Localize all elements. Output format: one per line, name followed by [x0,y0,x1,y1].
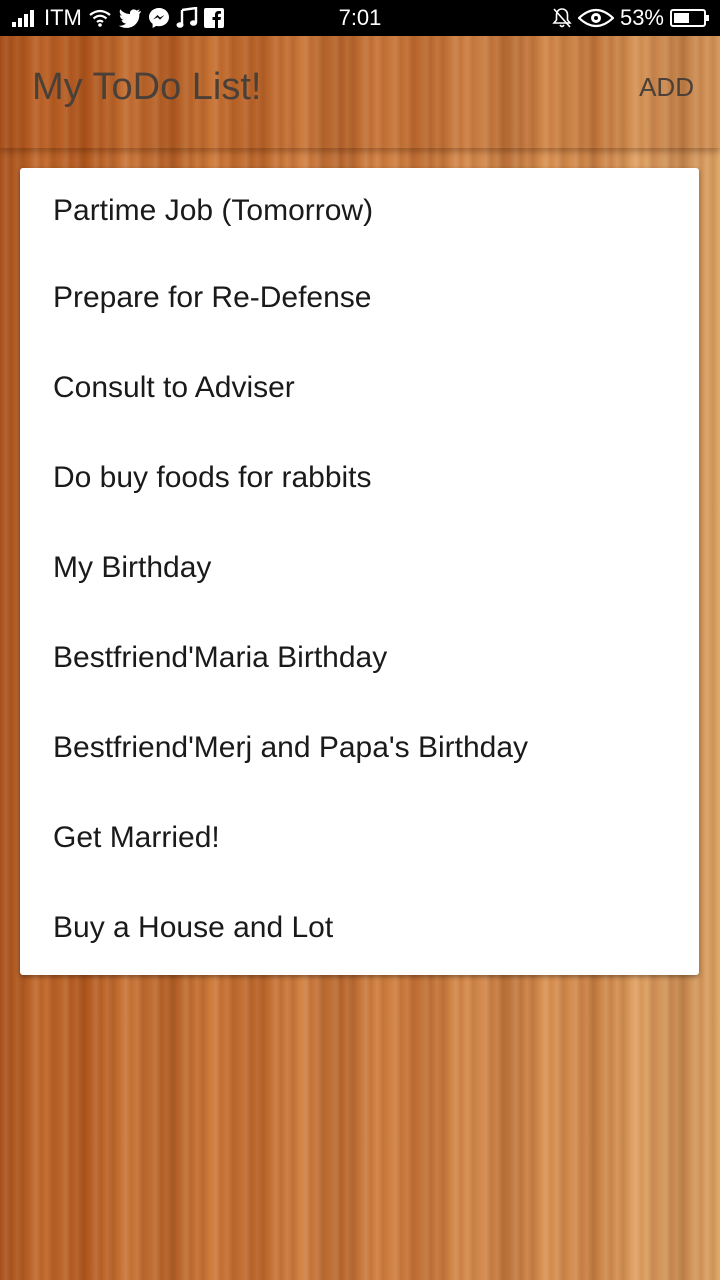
todo-item[interactable]: Bestfriend'Merj and Papa's Birthday [20,704,699,794]
todo-item[interactable]: My Birthday [20,524,699,614]
todo-item[interactable]: Buy a House and Lot [20,884,699,974]
add-button[interactable]: ADD [639,72,694,103]
todo-item[interactable]: Bestfriend'Maria Birthday [20,614,699,704]
clock: 7:01 [338,5,382,30]
todo-item[interactable]: Get Married! [20,794,699,884]
todo-item[interactable]: Consult to Adviser [20,344,699,434]
todo-item[interactable]: Do buy foods for rabbits [20,434,699,524]
todo-list-card: Partime Job (Tomorrow) Prepare for Re-De… [20,168,699,975]
todo-list: Partime Job (Tomorrow) Prepare for Re-De… [20,168,699,974]
notifications-off-icon [552,7,572,29]
status-right: 53% [552,0,710,36]
todo-item[interactable]: Partime Job (Tomorrow) [20,168,699,254]
app-title: My ToDo List! [32,66,262,108]
todo-item[interactable]: Prepare for Re-Defense [20,254,699,344]
app-bar: My ToDo List! ADD [0,36,720,148]
battery-percent: 53% [619,5,664,30]
status-bar: ITM 7:01 53% [0,0,720,36]
eye-icon [577,8,614,28]
battery-icon [670,8,710,28]
